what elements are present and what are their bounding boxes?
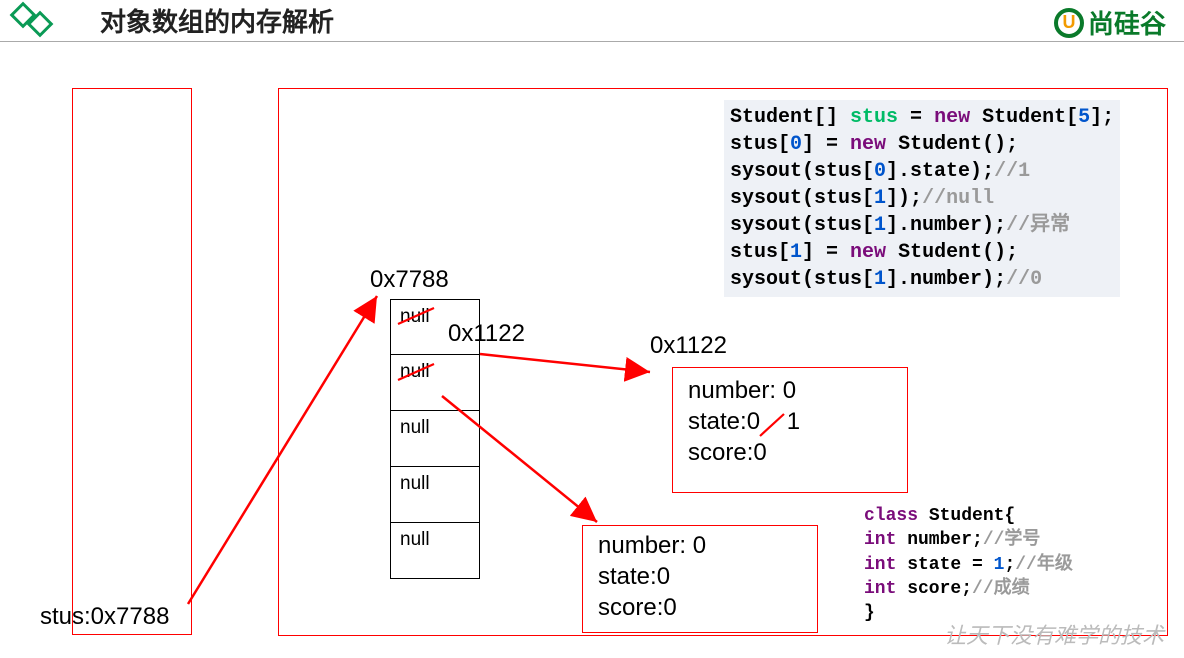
object1-fields: number: 0 state:0 1 score:0	[688, 375, 800, 469]
header: 对象数组的内存解析 U 尚硅谷	[0, 0, 1184, 42]
code-class: class Student{ int number;//学号 int state…	[864, 504, 1073, 625]
array-cell-4: null	[390, 523, 480, 579]
cell0-pointer-label: 0x1122	[448, 320, 525, 348]
obj1-score: score:0	[688, 437, 800, 468]
obj1-address-label: 0x1122	[650, 332, 727, 360]
diamonds-icon	[8, 0, 54, 40]
brand-text: 尚硅谷	[1088, 4, 1166, 41]
array-cell-3: null	[390, 467, 480, 523]
obj2-score: score:0	[598, 592, 706, 623]
array-cell-2: null	[390, 411, 480, 467]
array-address-label: 0x7788	[370, 266, 449, 294]
stack-frame-box	[72, 88, 192, 635]
code-main: Student[] stus = new Student[5]; stus[0]…	[724, 100, 1120, 297]
obj1-number: number: 0	[688, 375, 800, 406]
obj1-state-new: 1	[787, 408, 800, 435]
watermark-text: 让天下没有难学的技术	[944, 618, 1164, 650]
array-cell-1: null	[390, 355, 480, 411]
object2-fields: number: 0 state:0 score:0	[598, 530, 706, 624]
brand: U 尚硅谷	[1054, 4, 1166, 41]
brand-icon: U	[1054, 8, 1084, 38]
obj2-state: state:0	[598, 561, 706, 592]
obj1-state-old: state:0	[688, 408, 760, 435]
obj2-number: number: 0	[598, 530, 706, 561]
stack-var-stus: stus:0x7788	[40, 603, 169, 631]
page-title: 对象数组的内存解析	[100, 2, 334, 39]
